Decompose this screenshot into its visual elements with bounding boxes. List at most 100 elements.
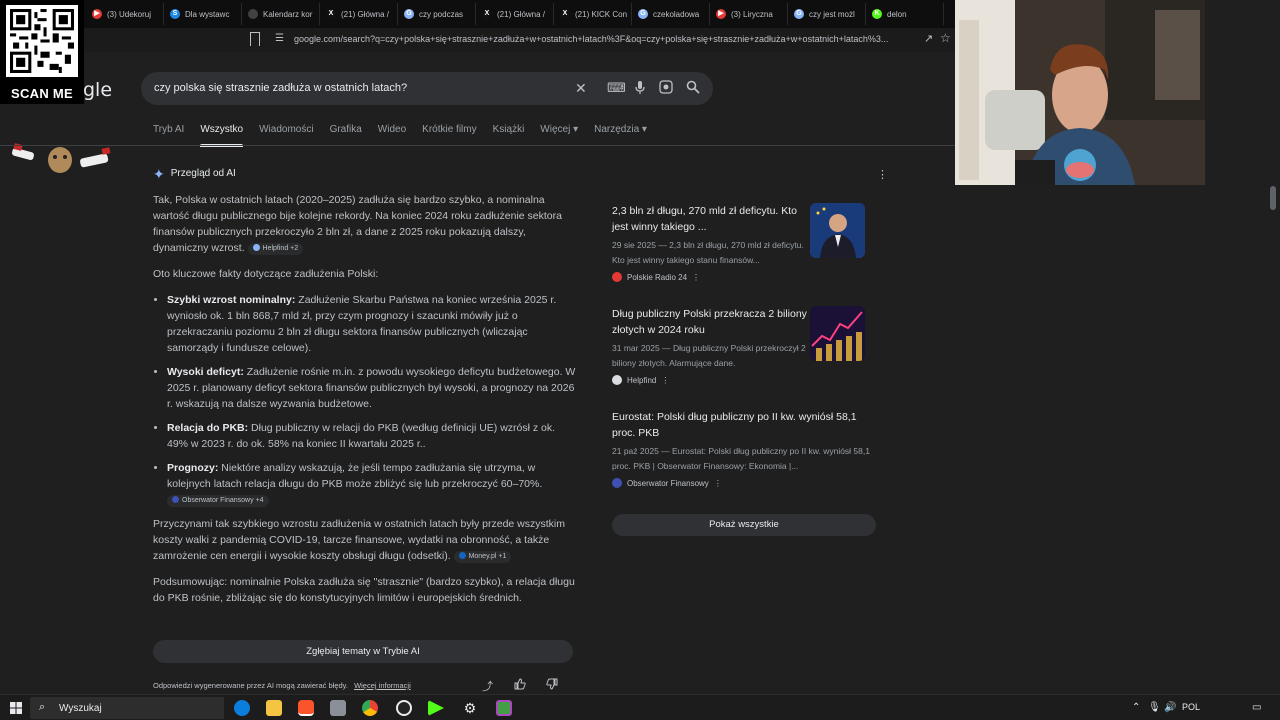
file-explorer-icon[interactable]: [266, 700, 282, 716]
tab-label: (21) KICK Con: [575, 9, 628, 19]
source-site: Helpfind ⋮: [612, 375, 876, 385]
bookmark-icon[interactable]: [250, 32, 260, 46]
scrollbar-thumb[interactable]: [1270, 186, 1276, 210]
search-box[interactable]: czy polska się strasznie zadłuża w ostat…: [141, 72, 713, 105]
google-logo[interactable]: gle: [83, 79, 112, 101]
edge-icon[interactable]: [234, 700, 250, 716]
key-facts-heading: Oto kluczowe fakty dotyczące zadłużenia …: [153, 268, 379, 280]
thumbs-up-icon[interactable]: [514, 678, 526, 693]
tab-label: delon: [887, 9, 907, 19]
language-indicator[interactable]: POL: [1182, 702, 1200, 712]
notifications-icon[interactable]: ▭: [1252, 702, 1261, 713]
polskie-radio-icon: [612, 272, 622, 282]
show-all-button[interactable]: Pokaż wszystkie: [612, 514, 876, 536]
browser-tab[interactable]: Kdelon: [866, 3, 944, 25]
app-icon[interactable]: [496, 700, 512, 716]
nav-divider: [0, 145, 955, 146]
tab-favicon-icon: X: [560, 9, 570, 19]
source-thumbnail[interactable]: [810, 203, 865, 258]
app-icon[interactable]: [330, 700, 346, 716]
address-bar: ☰ google.com/search?q=czy+polska+się+str…: [82, 28, 955, 52]
source-chip[interactable]: Money.pl +1: [453, 551, 512, 563]
chrome-icon[interactable]: [362, 700, 378, 716]
source-snippet: 31 mar 2025 — Dług publiczny Polski prze…: [612, 343, 806, 368]
windows-start-icon[interactable]: [10, 701, 22, 719]
site-settings-icon[interactable]: ☰: [275, 33, 284, 44]
tab-images[interactable]: Grafika: [330, 124, 362, 146]
tab-tools[interactable]: Narzędzia ▾: [594, 124, 647, 146]
more-options-icon[interactable]: ⋮: [714, 479, 722, 488]
search-input[interactable]: czy polska się strasznie zadłuża w ostat…: [154, 82, 407, 94]
source-chip-label: Obserwator Finansowy +4: [182, 497, 264, 504]
ai-mode-button[interactable]: Zgłębiaj tematy w Trybie AI: [153, 640, 573, 663]
browser-tab[interactable]: S Dla wystawc: [164, 3, 242, 25]
source-chip[interactable]: Helpfind +2: [247, 243, 304, 255]
taskbar-search-label: Wyszukaj: [59, 703, 102, 714]
bullet-title: Wysoki deficyt:: [167, 366, 244, 378]
speaker-icon[interactable]: 🔊: [1164, 702, 1176, 713]
tab-label: czy jest możl: [809, 9, 855, 19]
source-chip-label: Money.pl +1: [468, 553, 507, 560]
taskbar-search[interactable]: ⌕ Wyszukaj: [30, 697, 224, 719]
source-site-name: Helpfind: [627, 375, 657, 385]
microphone-icon[interactable]: 🎙: [1148, 702, 1161, 713]
search-icon[interactable]: [686, 80, 700, 97]
tab-videos[interactable]: Wideo: [378, 124, 406, 146]
settings-gear-icon[interactable]: ⚙: [462, 700, 478, 716]
tab-more[interactable]: Więcej ▾: [540, 124, 578, 146]
browser-tab[interactable]: ▶ (3) Liryczna: [710, 3, 788, 25]
source-title[interactable]: Eurostat: Polski dług publiczny po II kw…: [612, 409, 874, 441]
more-options-icon[interactable]: ⋮: [877, 168, 888, 181]
source-thumbnail[interactable]: [810, 306, 865, 361]
tab-all[interactable]: Wszystko: [200, 124, 243, 147]
tab-favicon-icon: G: [794, 9, 804, 19]
browser-tab[interactable]: ▶ (3) Udekoruj: [86, 3, 164, 25]
browser-tab[interactable]: Gczy jest możl: [788, 3, 866, 25]
tab-favicon-icon: X: [482, 9, 492, 19]
tab-ai-mode[interactable]: Tryb AI: [153, 124, 184, 146]
more-options-icon[interactable]: ⋮: [692, 273, 700, 282]
tab-books[interactable]: Książki: [493, 124, 525, 146]
tab-news[interactable]: Wiadomości: [259, 124, 313, 146]
keyboard-icon[interactable]: ⌨: [607, 80, 626, 96]
source-site: Polskie Radio 24 ⋮: [612, 272, 876, 282]
tab-favicon-icon: K: [872, 9, 882, 19]
tab-label: (3) Liryczna: [731, 9, 773, 19]
source-title[interactable]: 2,3 bln zł długu, 270 mld zł deficytu. K…: [612, 203, 812, 235]
source-site-name: Obserwator Finansowy: [627, 478, 709, 488]
tab-favicon-icon: S: [170, 9, 180, 19]
tab-favicon-icon: G: [638, 9, 648, 19]
source-chip[interactable]: Obserwator Finansowy +4: [167, 495, 269, 507]
obs-icon[interactable]: [396, 700, 412, 716]
share-icon[interactable]: ↗: [924, 32, 933, 45]
tab-short-videos[interactable]: Krótkie filmy: [422, 124, 476, 146]
source-card[interactable]: Eurostat: Polski dług publiczny po II kw…: [612, 409, 876, 488]
bullet-text: Niektóre analizy wskazują, że jeśli temp…: [167, 462, 543, 490]
thumbs-down-icon[interactable]: [546, 678, 558, 693]
tab-label: czy podczas: [419, 9, 464, 19]
browser-tab[interactable]: X (21) Główna /: [476, 3, 554, 25]
url-text[interactable]: google.com/search?q=czy+polska+się+stras…: [294, 34, 888, 44]
tray-chevron-icon[interactable]: ⌃: [1132, 702, 1140, 713]
qr-code: [6, 5, 78, 77]
browser-tab[interactable]: Gczekoladowa: [632, 3, 710, 25]
source-site: Obserwator Finansowy ⋮: [612, 478, 876, 488]
microphone-icon[interactable]: [634, 80, 646, 97]
star-icon[interactable]: ☆: [940, 31, 951, 45]
browser-tab[interactable]: X (21) Główna /: [320, 3, 398, 25]
share-icon[interactable]: ⤴: [482, 678, 493, 694]
browser-tab[interactable]: Gczy podczas: [398, 3, 476, 25]
kick-icon[interactable]: [428, 700, 444, 716]
source-snippet: 29 sie 2025 — 2,3 bln zł długu, 270 mld …: [612, 240, 804, 265]
obserwator-icon: [612, 478, 622, 488]
source-title[interactable]: Dług publiczny Polski przekracza 2 bilio…: [612, 306, 812, 338]
browser-tab[interactable]: X (21) KICK Con: [554, 3, 632, 25]
brave-icon[interactable]: [298, 700, 314, 716]
source-chip-label: Helpfind +2: [262, 245, 299, 252]
list-item: Prognozy: Niektóre analizy wskazują, że …: [167, 460, 578, 508]
more-info-link[interactable]: Więcej informacji: [354, 681, 411, 690]
browser-tab[interactable]: Kalendarz kor: [242, 3, 320, 25]
more-options-icon[interactable]: ⋮: [661, 376, 669, 385]
clear-icon[interactable]: ✕: [575, 80, 587, 97]
lens-icon[interactable]: [659, 80, 673, 97]
